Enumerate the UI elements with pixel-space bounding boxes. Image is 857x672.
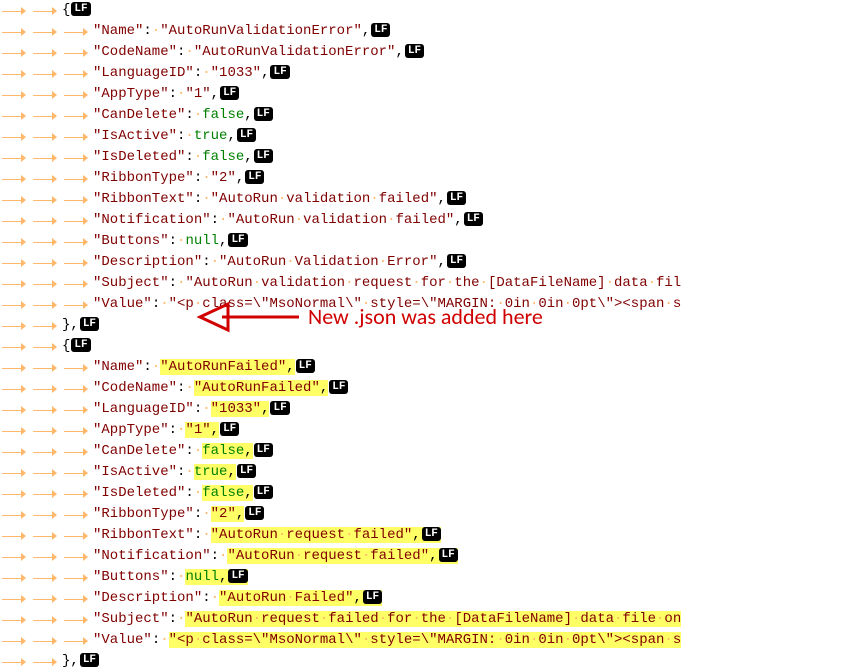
code-line: "RibbonText":·"AutoRun·request·failed",L… <box>0 525 857 546</box>
code-line: "Value":·"<p·class=\"MsoNormal\"·style=\… <box>0 630 857 651</box>
code-line: "CodeName":·"AutoRunValidationError",LF <box>0 42 857 63</box>
code-line: "Subject":·"AutoRun·request·failed·for·t… <box>0 609 857 630</box>
code-line: "IsDeleted":·false,LF <box>0 147 857 168</box>
code-line: "Notification":·"AutoRun·validation·fail… <box>0 210 857 231</box>
code-editor[interactable]: {LF"Name":·"AutoRunValidationError",LF"C… <box>0 0 857 672</box>
code-line: "LanguageID":·"1033",LF <box>0 399 857 420</box>
code-line: "CodeName":·"AutoRunFailed",LF <box>0 378 857 399</box>
code-line: "LanguageID":·"1033",LF <box>0 63 857 84</box>
code-line: "RibbonType":·"2",LF <box>0 168 857 189</box>
code-line: "Name":·"AutoRunFailed",LF <box>0 357 857 378</box>
code-line: "AppType":·"1",LF <box>0 84 857 105</box>
code-line: "Value":·"<p·class=\"MsoNormal\"·style=\… <box>0 294 857 315</box>
code-line: "IsActive":·true,LF <box>0 126 857 147</box>
code-line: "Description":·"AutoRun·Failed",LF <box>0 588 857 609</box>
code-line: "CanDelete":·false,LF <box>0 441 857 462</box>
code-line: "IsActive":·true,LF <box>0 462 857 483</box>
code-line: "Description":·"AutoRun·Validation·Error… <box>0 252 857 273</box>
code-line: "Buttons":·null,LF <box>0 231 857 252</box>
code-line: "RibbonText":·"AutoRun·validation·failed… <box>0 189 857 210</box>
code-line: {LF <box>0 336 857 357</box>
code-line: "IsDeleted":·false,LF <box>0 483 857 504</box>
code-line: "Name":·"AutoRunValidationError",LF <box>0 21 857 42</box>
code-line: "Subject":·"AutoRun·validation·request·f… <box>0 273 857 294</box>
code-line: "AppType":·"1",LF <box>0 420 857 441</box>
code-line: "Notification":·"AutoRun·request·failed"… <box>0 546 857 567</box>
code-line: "RibbonType":·"2",LF <box>0 504 857 525</box>
code-line: {LF <box>0 0 857 21</box>
code-line: "Buttons":·null,LF <box>0 567 857 588</box>
code-line: },LF <box>0 651 857 672</box>
code-line: "CanDelete":·false,LF <box>0 105 857 126</box>
code-line: },LF <box>0 315 857 336</box>
